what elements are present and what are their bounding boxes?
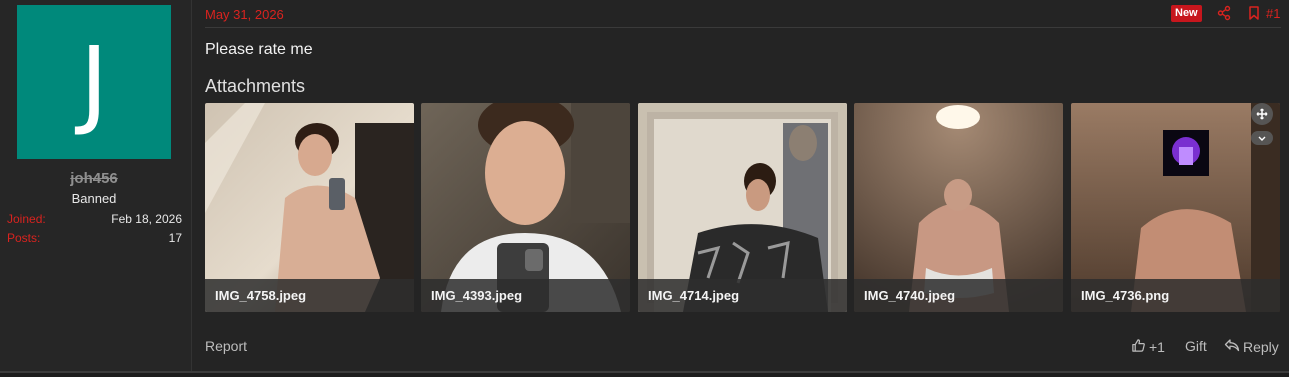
stat-value: 17 — [168, 231, 182, 245]
gift-link[interactable]: Gift — [1185, 338, 1207, 354]
attachment-thumbnail[interactable]: IMG_4393.jpeg — [421, 103, 630, 312]
attachment-filename: IMG_4736.png — [1071, 279, 1280, 312]
like-button[interactable]: +1 — [1131, 338, 1165, 356]
stat-value: Feb 18, 2026 — [111, 212, 182, 226]
attachment-filename: IMG_4393.jpeg — [421, 279, 630, 312]
attachment-filename: IMG_4758.jpeg — [205, 279, 414, 312]
attachment-filename: IMG_4740.jpeg — [854, 279, 1063, 312]
expand-icon[interactable] — [1251, 103, 1273, 125]
avatar[interactable]: J — [17, 5, 171, 159]
divider — [0, 373, 1289, 377]
like-label: +1 — [1149, 339, 1165, 355]
reply-label: Reply — [1243, 338, 1279, 355]
attachment-thumbnail[interactable]: IMG_4714.jpeg — [638, 103, 847, 312]
post-number-link[interactable]: #1 — [1266, 6, 1280, 21]
user-title: Banned — [71, 191, 117, 206]
stat-posts: Posts: 17 — [7, 231, 182, 247]
post-header: May 31, 2026 New #1 — [205, 0, 1281, 28]
reply-icon — [1224, 338, 1240, 355]
username-link[interactable]: joh456 — [0, 170, 188, 187]
attachment-thumbnail[interactable]: IMG_4736.png — [1071, 103, 1280, 312]
new-badge: New — [1171, 5, 1202, 22]
avatar-letter: J — [79, 26, 109, 138]
stat-joined: Joined: Feb 18, 2026 — [7, 212, 182, 228]
share-icon[interactable] — [1216, 5, 1232, 21]
attachment-thumbnail[interactable]: IMG_4740.jpeg — [854, 103, 1063, 312]
forum-post: J joh456 Banned Joined: Feb 18, 2026 Pos… — [0, 0, 1289, 372]
stat-label: Joined: — [7, 212, 46, 226]
reply-button[interactable]: Reply — [1224, 338, 1279, 355]
gift-label: Gift — [1185, 338, 1207, 354]
attachment-filename: IMG_4714.jpeg — [638, 279, 847, 312]
post-main: May 31, 2026 New #1 Please rate me Attac… — [193, 0, 1289, 371]
chevron-down-icon[interactable] — [1251, 131, 1273, 145]
attachment-thumbnail[interactable]: IMG_4758.jpeg — [205, 103, 414, 312]
attachments-heading: Attachments — [205, 76, 306, 96]
thumbs-up-icon — [1131, 338, 1146, 356]
report-link[interactable]: Report — [205, 338, 247, 354]
post-date-link[interactable]: May 31, 2026 — [205, 7, 284, 22]
user-info-panel: J joh456 Banned Joined: Feb 18, 2026 Pos… — [0, 0, 192, 371]
stat-label: Posts: — [7, 231, 41, 245]
post-message: Please rate me — [205, 41, 313, 58]
bookmark-icon[interactable] — [1246, 5, 1262, 21]
